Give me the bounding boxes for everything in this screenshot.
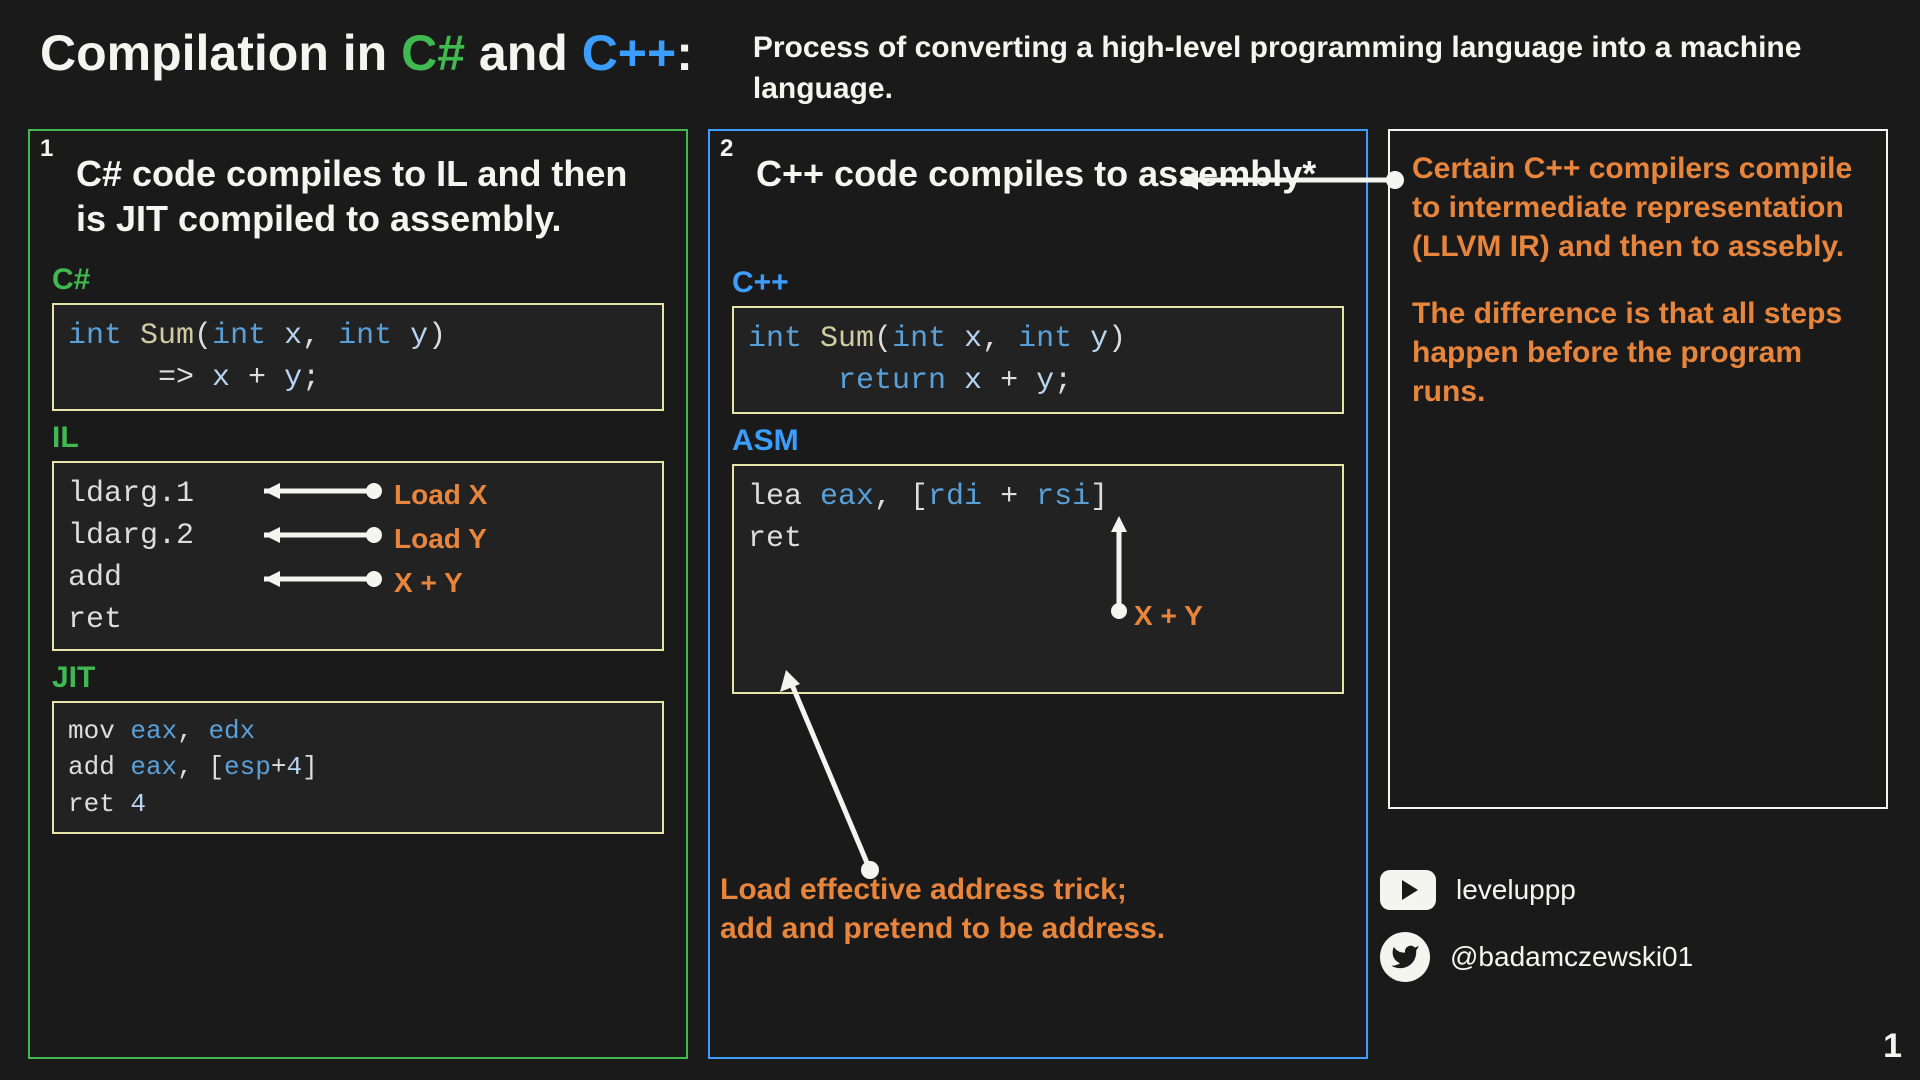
twitter-icon bbox=[1380, 932, 1430, 982]
note-load-y: Load Y bbox=[394, 519, 487, 558]
code-jit: mov eax, edx add eax, [esp+4] ret 4 bbox=[52, 701, 664, 834]
code-il: ldarg.1 ldarg.2 add ret Load X Load Y X … bbox=[52, 461, 664, 651]
panel-side-note: Certain C++ compilers compile to interme… bbox=[1388, 129, 1888, 809]
title-cpp: C++ bbox=[582, 25, 677, 81]
note-asm-xy: X + Y bbox=[1134, 596, 1203, 635]
title-post: : bbox=[676, 25, 693, 81]
social-twitter[interactable]: @badamczewski01 bbox=[1380, 932, 1693, 982]
youtube-handle: leveluppp bbox=[1456, 874, 1576, 906]
page-title: Compilation in C# and C++: bbox=[40, 24, 693, 82]
lea-note: Load effective address trick; add and pr… bbox=[720, 870, 1320, 948]
note-xy: X + Y bbox=[394, 563, 463, 602]
header: Compilation in C# and C++: Process of co… bbox=[0, 0, 1920, 119]
panel-cpp-title: C++ code compiles to assembly* bbox=[732, 149, 1344, 256]
panel-csharp: 1 C# code compiles to IL and then is JIT… bbox=[28, 129, 688, 1059]
title-mid: and bbox=[465, 25, 582, 81]
page-number: 1 bbox=[1883, 1027, 1902, 1066]
title-csharp: C# bbox=[401, 25, 465, 81]
label-asm: ASM bbox=[732, 424, 1344, 458]
code-csharp: int Sum(int x, int y) => x + y; bbox=[52, 303, 664, 411]
twitter-handle: @badamczewski01 bbox=[1450, 941, 1693, 973]
title-pre: Compilation in bbox=[40, 25, 401, 81]
note-load-x: Load X bbox=[394, 475, 487, 514]
panel-badge-2: 2 bbox=[720, 135, 733, 163]
social-youtube[interactable]: leveluppp bbox=[1380, 870, 1693, 910]
label-cpp: C++ bbox=[732, 266, 1344, 300]
panel-badge-1: 1 bbox=[40, 135, 53, 163]
label-csharp: C# bbox=[52, 263, 664, 297]
code-asm: lea eax, [rdi + rsi] ret X + Y bbox=[732, 464, 1344, 694]
code-cpp: int Sum(int x, int y) return x + y; bbox=[732, 306, 1344, 414]
youtube-icon bbox=[1380, 870, 1436, 910]
socials: leveluppp @badamczewski01 bbox=[1380, 870, 1693, 982]
panel-csharp-title: C# code compiles to IL and then is JIT c… bbox=[52, 149, 664, 253]
subtitle: Process of converting a high-level progr… bbox=[753, 24, 1880, 109]
side-note-p2: The difference is that all steps happen … bbox=[1412, 294, 1864, 411]
side-note-p1: Certain C++ compilers compile to interme… bbox=[1412, 149, 1864, 266]
label-il: IL bbox=[52, 421, 664, 455]
